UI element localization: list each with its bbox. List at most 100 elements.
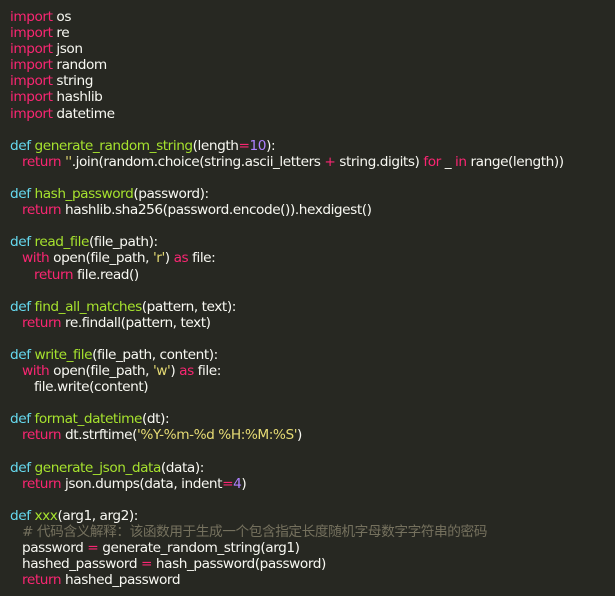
code-token: generate_random_string xyxy=(34,137,193,154)
code-token: hash_password xyxy=(34,186,134,203)
code-line: def generate_json_data(data): xyxy=(0,460,615,476)
code-token: (file_path, content): xyxy=(92,346,218,363)
code-token: '' xyxy=(65,153,72,170)
code-line: import json xyxy=(0,41,615,57)
code-token: hashlib.sha256(password.encode()).hexdig… xyxy=(61,202,372,219)
code-token: import xyxy=(10,25,53,42)
code-token: datetime xyxy=(52,105,115,122)
code-token: password xyxy=(22,540,88,557)
code-token: ): xyxy=(266,137,276,154)
code-line: file.write(content) xyxy=(0,379,615,395)
code-token: = xyxy=(222,475,234,492)
code-token: string.digits) xyxy=(335,153,424,170)
code-token: json.dumps(data, indent xyxy=(61,475,223,492)
code-line: password = generate_random_string(arg1) xyxy=(0,540,615,556)
code-token: def xyxy=(10,507,31,524)
code-token: string xyxy=(52,73,93,90)
code-line: import random xyxy=(0,57,615,73)
code-token: hashed_password xyxy=(22,556,141,573)
code-token: ) xyxy=(297,427,302,444)
code-token: hashlib xyxy=(52,89,103,106)
code-token: import xyxy=(10,57,53,74)
code-line: return ''.join(random.choice(string.asci… xyxy=(0,154,615,170)
code-token: file: xyxy=(188,250,216,267)
code-token: format_datetime xyxy=(34,411,143,428)
code-token: 'w' xyxy=(152,363,171,380)
code-token: + xyxy=(324,153,336,170)
code-line: return hashlib.sha256(password.encode())… xyxy=(0,202,615,218)
code-line: # 代码含义解释：该函数用于生成一个包含指定长度随机字母数字字符串的密码 xyxy=(0,524,615,540)
code-line: return re.findall(pattern, text) xyxy=(0,315,615,331)
code-token: random xyxy=(52,57,107,74)
code-token: ) xyxy=(241,475,247,492)
code-token: xxx xyxy=(34,507,58,524)
code-token: hashed_password xyxy=(61,572,181,589)
code-token: return xyxy=(22,475,62,492)
code-token: read_file xyxy=(34,234,89,251)
code-token: (pattern, text): xyxy=(141,298,237,315)
code-token: file.read() xyxy=(73,266,139,283)
code-token: def xyxy=(10,298,31,315)
code-token: import xyxy=(10,89,53,106)
code-token: return xyxy=(22,427,62,444)
code-line: def read_file(file_path): xyxy=(0,234,615,250)
code-editor[interactable]: import os import re import json import r… xyxy=(0,0,615,596)
code-token: find_all_matches xyxy=(34,298,142,315)
code-token: open(file_path, xyxy=(49,250,153,267)
code-token: with xyxy=(22,250,50,267)
code-token: def xyxy=(10,234,31,251)
code-token: with xyxy=(22,363,50,380)
code-token: import xyxy=(10,105,53,122)
code-token: range(length)) xyxy=(466,153,564,170)
code-token: json xyxy=(52,41,83,58)
code-token: return xyxy=(34,266,74,283)
code-token: .join(random.choice(string.ascii_letters xyxy=(71,153,325,170)
code-token: ) xyxy=(164,250,174,267)
code-token: as xyxy=(179,363,194,380)
code-token: generate_random_string(arg1) xyxy=(98,540,300,557)
code-token: def xyxy=(10,137,31,154)
code-token: (password): xyxy=(133,186,209,203)
code-line: hashed_password = hash_password(password… xyxy=(0,556,615,572)
code-token: re xyxy=(52,25,70,42)
code-line: with open(file_path, 'w') as file: xyxy=(0,363,615,379)
code-token: return xyxy=(22,572,62,589)
code-token: = xyxy=(238,137,250,154)
code-token: import xyxy=(10,9,53,25)
code-line: import hashlib xyxy=(0,89,615,105)
code-line: return hashed_password xyxy=(0,572,615,588)
code-token: write_file xyxy=(34,346,93,363)
code-token: = xyxy=(140,556,152,573)
code-token: file: xyxy=(193,363,222,380)
code-token: generate_json_data xyxy=(34,459,161,476)
code-token: ) xyxy=(170,363,180,380)
code-line: def xxx(arg1, arg2): xyxy=(0,508,615,524)
code-token: return xyxy=(22,314,62,331)
code-token: re.findall(pattern, text) xyxy=(61,314,211,331)
code-token: os xyxy=(52,9,72,25)
code-line: import os xyxy=(0,9,615,25)
code-token: (length xyxy=(192,137,239,154)
code-line: return file.read() xyxy=(0,267,615,283)
code-token: as xyxy=(173,250,189,267)
code-token: (dt): xyxy=(142,411,170,428)
code-line: def format_datetime(dt): xyxy=(0,411,615,427)
code-line: def hash_password(password): xyxy=(0,186,615,202)
code-token: hash_password(password) xyxy=(152,556,326,573)
code-token: import xyxy=(10,73,53,90)
code-token: in xyxy=(455,153,467,170)
code-line: return json.dumps(data, indent=4) xyxy=(0,476,615,492)
code-token: open(file_path, xyxy=(49,363,153,380)
code-token: def xyxy=(10,459,31,476)
code-line: return dt.strftime('%Y-%m-%d %H:%M:%S') xyxy=(0,427,615,443)
code-line: import datetime xyxy=(0,106,615,122)
code-line: def find_all_matches(pattern, text): xyxy=(0,299,615,315)
code-token: '%Y-%m-%d %H:%M:%S' xyxy=(137,427,298,444)
